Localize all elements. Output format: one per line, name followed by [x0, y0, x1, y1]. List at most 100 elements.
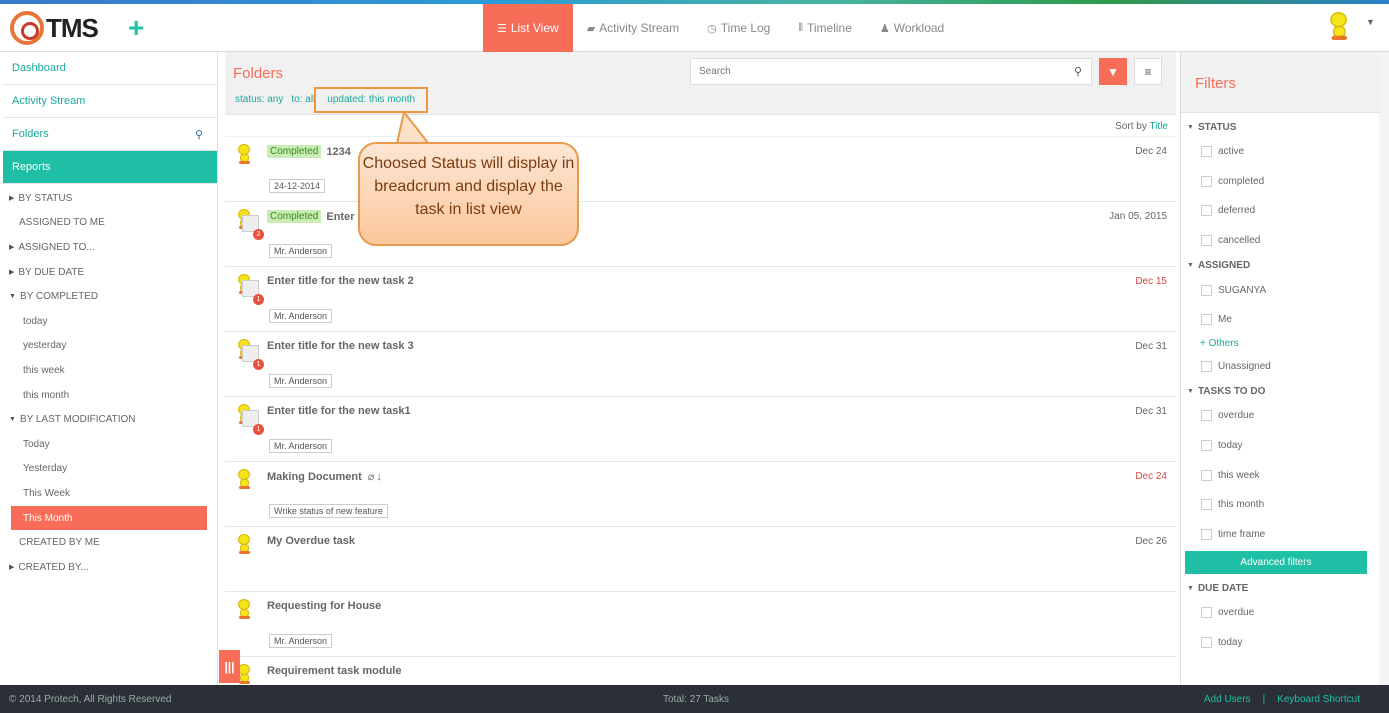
add-users-link[interactable]: Add Users [1204, 694, 1251, 705]
sidebar-link-dashboard[interactable]: Dashboard [3, 52, 217, 85]
filter-checkbox-deferred[interactable]: deferred [1181, 196, 1379, 226]
filter-checkbox-unassigned[interactable]: Unassigned [1181, 352, 1379, 382]
filter-toggle-button[interactable]: ▼ [1099, 58, 1127, 85]
scrollbar[interactable] [1379, 52, 1389, 685]
filter-section-due-date[interactable]: ▼ DUE DATE [1181, 578, 1379, 598]
task-title[interactable]: Enter title for the new task1 [267, 405, 411, 417]
sidebar-report-this-week[interactable]: this week [3, 358, 217, 383]
search-icon[interactable]: ⚲ [1074, 65, 1082, 78]
tab-timeline[interactable]: ⫴ Timeline [784, 4, 866, 52]
task-title[interactable]: 1234 [326, 146, 350, 158]
task-title[interactable]: Requesting for House [267, 600, 381, 612]
filter-checkbox-completed[interactable]: completed [1181, 167, 1379, 197]
sort-field-link[interactable]: Title [1149, 121, 1168, 132]
collapse-panel-button[interactable]: ||| [219, 650, 240, 683]
task-title[interactable]: Requirement task module [267, 665, 401, 677]
sidebar-report-created-by[interactable]: ▶ CREATED BY... [3, 555, 217, 580]
checkbox[interactable] [1201, 440, 1212, 452]
sidebar-report-today[interactable]: Today [3, 432, 217, 457]
sidebar-link-reports[interactable]: Reports [3, 151, 217, 184]
checkbox[interactable] [1201, 175, 1212, 187]
filter-option-label: completed [1218, 175, 1265, 187]
task-title[interactable]: My Overdue task [267, 535, 355, 547]
task-row[interactable]: Making Document ⌀ ↓ Dec 24 Wrike status of n… [225, 462, 1176, 527]
checkbox[interactable] [1201, 360, 1212, 372]
search-icon[interactable]: ⚲ [195, 128, 203, 141]
tab-activity-stream[interactable]: ▰ Activity Stream [573, 4, 693, 52]
checkbox[interactable] [1201, 499, 1212, 511]
checkbox[interactable] [1201, 469, 1212, 481]
task-row[interactable]: Requesting for House Mr. Anderson [225, 592, 1176, 657]
sidebar-report-today[interactable]: today [3, 309, 217, 334]
sidebar-link-activity-stream[interactable]: Activity Stream [3, 85, 217, 118]
sidebar-report-by-completed[interactable]: ▼ BY COMPLETED [3, 284, 217, 309]
task-row[interactable]: 1 Enter title for the new task1 Dec 31 Mr. … [225, 397, 1176, 462]
checkbox[interactable] [1201, 314, 1212, 326]
filter-checkbox-today[interactable]: today [1181, 628, 1379, 658]
sidebar-report-assigned-to[interactable]: ▶ ASSIGNED TO... [3, 235, 217, 260]
filter-checkbox-me[interactable]: Me [1181, 305, 1379, 335]
task-row[interactable]: 1 Enter title for the new task 2 Dec 15 Mr.… [225, 267, 1176, 332]
bars-icon: ||| [224, 659, 235, 674]
filter-checkbox-time-frame[interactable]: time frame [1181, 520, 1379, 550]
menu-button[interactable]: ≡ [1134, 58, 1162, 85]
filters-title: Filters [1195, 75, 1236, 92]
filter-section-status[interactable]: ▼ STATUS [1181, 117, 1379, 137]
filter-checkbox-overdue[interactable]: overdue [1181, 401, 1379, 431]
tab-time-log[interactable]: ◷ Time Log [693, 4, 784, 52]
crumb-assignee[interactable]: to: all [291, 94, 315, 105]
task-row[interactable]: 1 Enter title for the new task 3 Dec 31 Mr.… [225, 332, 1176, 397]
filter-section-tasks-to-do[interactable]: ▼ TASKS TO DO [1181, 381, 1379, 401]
user-menu[interactable]: ▼ [1326, 12, 1375, 40]
task-row[interactable]: My Overdue task Dec 26 [225, 527, 1176, 592]
sidebar-report-this-month[interactable]: this month [3, 383, 217, 408]
filter-checkbox-today[interactable]: today [1181, 431, 1379, 461]
sidebar-report-this-month[interactable]: This Month [11, 505, 207, 531]
filter-checkbox-cancelled[interactable]: cancelled [1181, 226, 1379, 256]
tab-workload[interactable]: ♟ Workload [866, 4, 958, 52]
assignee-count-badge: 1 [253, 294, 264, 305]
filter-checkbox-active[interactable]: active [1181, 137, 1379, 167]
keyboard-shortcut-link[interactable]: Keyboard Shortcut [1277, 694, 1360, 705]
sidebar-report-by-due-date[interactable]: ▶ BY DUE DATE [3, 260, 217, 285]
filter-checkbox-this-week[interactable]: this week [1181, 460, 1379, 490]
task-title[interactable]: Making Document [267, 471, 362, 483]
sidebar-report-assigned-to-me[interactable]: ASSIGNED TO ME [3, 211, 217, 236]
filter-option-label: cancelled [1218, 235, 1261, 247]
tms-logo[interactable]: TMS [10, 9, 105, 47]
filter-section-assigned[interactable]: ▼ ASSIGNED [1181, 255, 1379, 275]
sidebar-report-by-last-modification[interactable]: ▼ BY LAST MODIFICATION [3, 407, 217, 432]
checkbox[interactable] [1201, 528, 1212, 540]
crumb-status[interactable]: status: any [235, 94, 283, 105]
filter-checkbox-this-month[interactable]: this month [1181, 490, 1379, 520]
task-title[interactable]: Enter title for the new task 2 [267, 275, 414, 287]
task-tag: Mr. Anderson [269, 374, 333, 388]
checkbox[interactable] [1201, 284, 1212, 296]
user-avatar [1326, 12, 1351, 40]
filter-checkbox-overdue[interactable]: overdue [1181, 598, 1379, 628]
sidebar-report-created-by-me[interactable]: CREATED BY ME [3, 530, 217, 555]
advanced-filters-button[interactable]: Advanced filters [1185, 551, 1367, 575]
sidebar-report-by-status[interactable]: ▶ BY STATUS [3, 186, 217, 211]
filter-checkbox-suganya[interactable]: SUGANYA [1181, 275, 1379, 305]
task-title[interactable]: Enter title for the new task 3 [267, 340, 414, 352]
checkbox[interactable] [1201, 410, 1212, 422]
sidebar-report-label: today [23, 315, 48, 327]
checkbox[interactable] [1201, 637, 1212, 649]
sidebar-report-yesterday[interactable]: yesterday [3, 334, 217, 359]
triangle-down-icon: ▼ [9, 416, 16, 424]
task-title[interactable]: Enter t [326, 211, 361, 223]
sidebar-link-folders[interactable]: Folders ⚲ [3, 118, 217, 151]
sidebar-report-yesterday[interactable]: Yesterday [3, 457, 217, 482]
checkbox[interactable] [1201, 205, 1212, 217]
sidebar-report-label: Today [23, 438, 50, 450]
sidebar-report-this-week[interactable]: This Week [3, 481, 217, 506]
task-row[interactable]: Requirement task module [225, 657, 1176, 685]
checkbox[interactable] [1201, 607, 1212, 619]
checkbox[interactable] [1201, 146, 1212, 158]
others-link[interactable]: + Others [1181, 335, 1379, 352]
search-input[interactable] [690, 58, 1092, 85]
checkbox[interactable] [1201, 235, 1212, 247]
tab-list-view[interactable]: ☰ List View [483, 4, 573, 52]
add-task-button[interactable]: + [128, 14, 144, 42]
